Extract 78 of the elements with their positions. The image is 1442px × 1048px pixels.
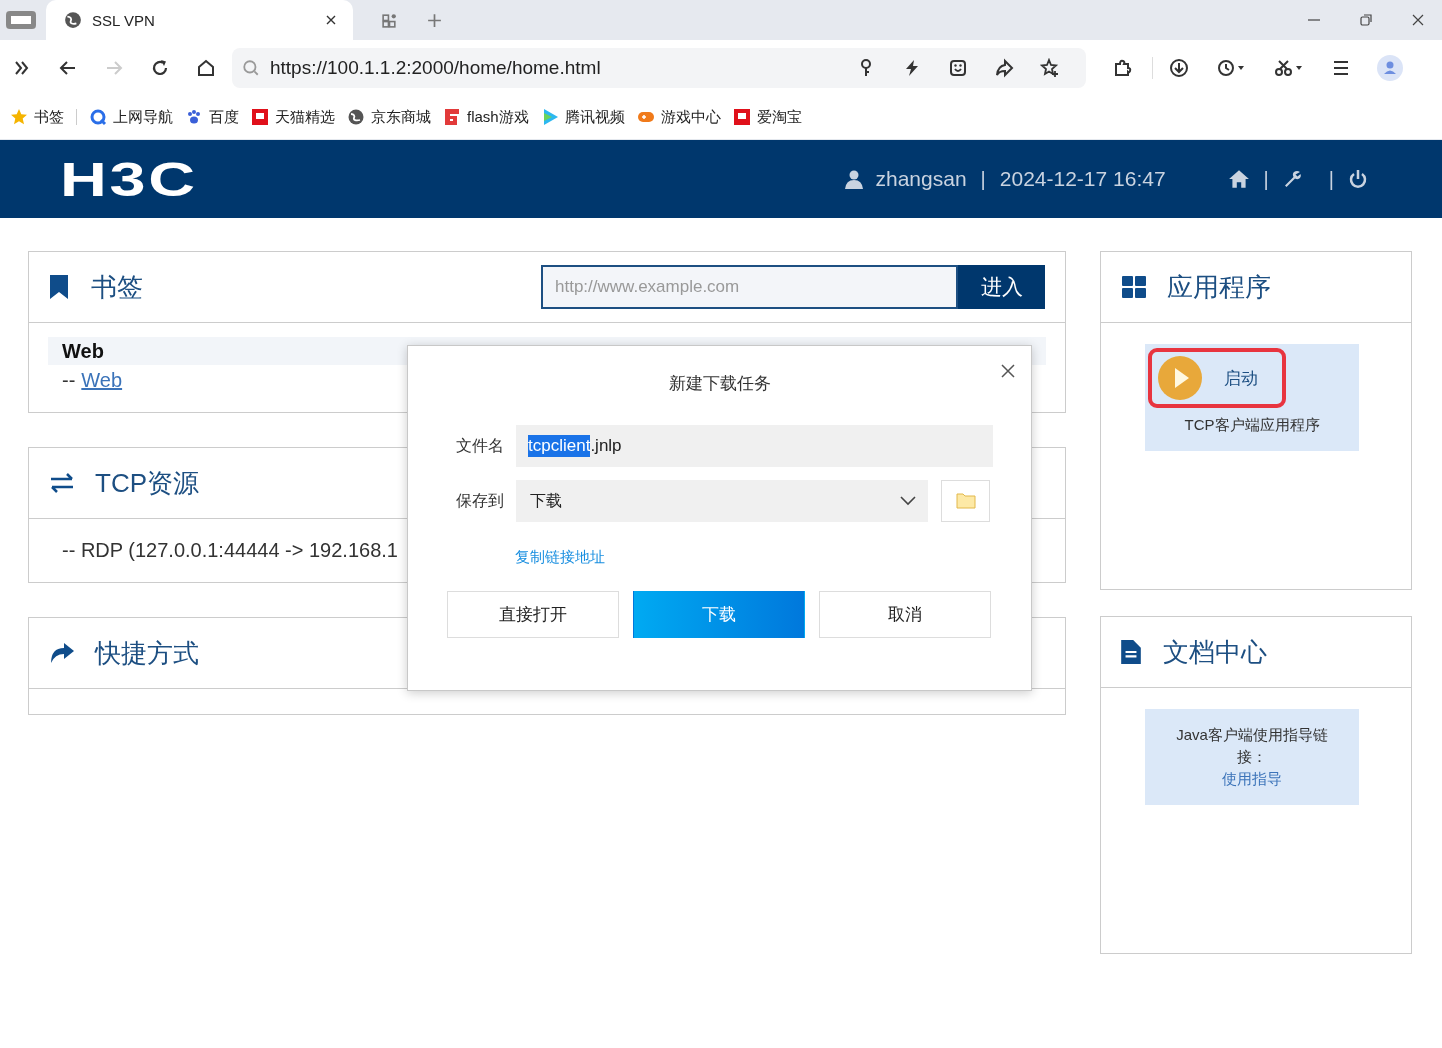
- bookmark-icon: [49, 275, 69, 299]
- frame-logo-icon: [443, 108, 461, 126]
- close-icon[interactable]: [325, 14, 337, 26]
- launch-button[interactable]: 启动: [1148, 348, 1286, 408]
- window-icon[interactable]: [6, 11, 36, 29]
- group-name: Web: [62, 339, 104, 363]
- dash-text: --: [62, 368, 76, 392]
- resource-item[interactable]: -- RDP (127.0.0.1:44444 -> 192.168.1: [62, 539, 398, 561]
- username: zhangsan: [875, 167, 967, 191]
- panel-title: 快捷方式: [95, 636, 199, 670]
- transfer-arrows-icon: [49, 472, 75, 494]
- bookmark-link[interactable]: 腾讯视频: [540, 107, 625, 127]
- share-arrow-icon: [49, 642, 75, 664]
- puzzle-icon[interactable]: [1112, 57, 1132, 78]
- copy-link[interactable]: 复制链接地址: [515, 548, 605, 567]
- close-icon[interactable]: [1000, 363, 1016, 379]
- field-label: 保存到: [456, 490, 505, 511]
- star-plus-icon[interactable]: [1040, 57, 1060, 78]
- panel-title: 书签: [91, 270, 143, 304]
- history-icon[interactable]: [1215, 57, 1247, 78]
- browser-tab[interactable]: SSL VPN: [46, 0, 353, 40]
- bookmark-link[interactable]: 爱淘宝: [732, 107, 802, 127]
- search-icon: [242, 58, 260, 77]
- plus-icon[interactable]: [426, 11, 443, 29]
- logo: H3C: [60, 151, 198, 207]
- star-icon: [10, 108, 28, 126]
- doc-description: Java客户端使用指导链接：: [1175, 725, 1329, 767]
- dialog-button[interactable]: 取消: [819, 591, 991, 638]
- guide-link[interactable]: 使用指导: [1222, 768, 1282, 790]
- tab-grid-icon[interactable]: [381, 11, 398, 29]
- separator-text: |: [1263, 167, 1269, 191]
- url-text: https://100.1.1.2:2000/home/home.html: [270, 56, 601, 79]
- smiley-icon[interactable]: [948, 57, 968, 78]
- field-label: 文件名: [456, 435, 505, 456]
- folder-icon: [955, 493, 976, 509]
- play-icon: [1158, 356, 1202, 400]
- document-icon: [1121, 640, 1141, 664]
- globe-icon: [347, 108, 365, 126]
- share-icon[interactable]: [994, 57, 1014, 78]
- dialog-title: 新建下载任务: [667, 373, 772, 395]
- go-button[interactable]: 进入: [958, 265, 1045, 309]
- separator-text: |: [980, 167, 986, 191]
- bookmark-link[interactable]: 百度: [185, 107, 239, 127]
- wrench-icon[interactable]: [1282, 169, 1303, 189]
- bookmark-link[interactable]: 书签: [10, 107, 64, 127]
- restore-icon[interactable]: [1359, 13, 1373, 27]
- globe-icon: [64, 11, 82, 29]
- dialog-button[interactable]: 直接打开: [447, 591, 619, 638]
- home-icon[interactable]: [1227, 168, 1250, 190]
- bookmark-link[interactable]: 游戏中心: [636, 107, 721, 127]
- download-icon[interactable]: [1169, 57, 1189, 78]
- bookmark-link[interactable]: 天猫精选: [251, 107, 335, 127]
- square-logo-icon: [732, 108, 751, 126]
- square-logo-icon: [251, 108, 269, 126]
- user-icon: [843, 169, 864, 189]
- panel-title: TCP资源: [95, 466, 199, 500]
- power-icon[interactable]: [1348, 169, 1368, 189]
- bookmark-link[interactable]: 京东商城: [347, 107, 431, 127]
- search-icon: [89, 108, 107, 126]
- bookmark-link[interactable]: flash游戏: [443, 107, 529, 127]
- bookmark-link[interactable]: Web: [81, 368, 123, 392]
- avatar-icon[interactable]: [1377, 54, 1403, 81]
- panel-title: 应用程序: [1167, 270, 1271, 304]
- folder-dropdown[interactable]: 下载: [516, 480, 928, 522]
- bookmark-link[interactable]: 上网导航: [89, 107, 173, 127]
- separator-text: |: [1328, 167, 1334, 191]
- date-time: 2024-12-17 16:47: [999, 167, 1166, 191]
- panel-title: 文档中心: [1163, 635, 1267, 669]
- close-icon[interactable]: [1411, 13, 1425, 27]
- address-bar[interactable]: https://100.1.1.2:2000/home/home.html: [232, 47, 1086, 88]
- paw-icon: [185, 108, 203, 126]
- url-input[interactable]: http://www.example.com: [541, 265, 958, 309]
- grid-icon: [1121, 276, 1147, 298]
- scissors-icon[interactable]: [1273, 57, 1305, 78]
- app-name: TCP客户端应用程序: [1184, 416, 1320, 435]
- home-icon[interactable]: [196, 57, 216, 78]
- reload-icon[interactable]: [150, 57, 170, 78]
- chevron-down-icon: [900, 496, 916, 506]
